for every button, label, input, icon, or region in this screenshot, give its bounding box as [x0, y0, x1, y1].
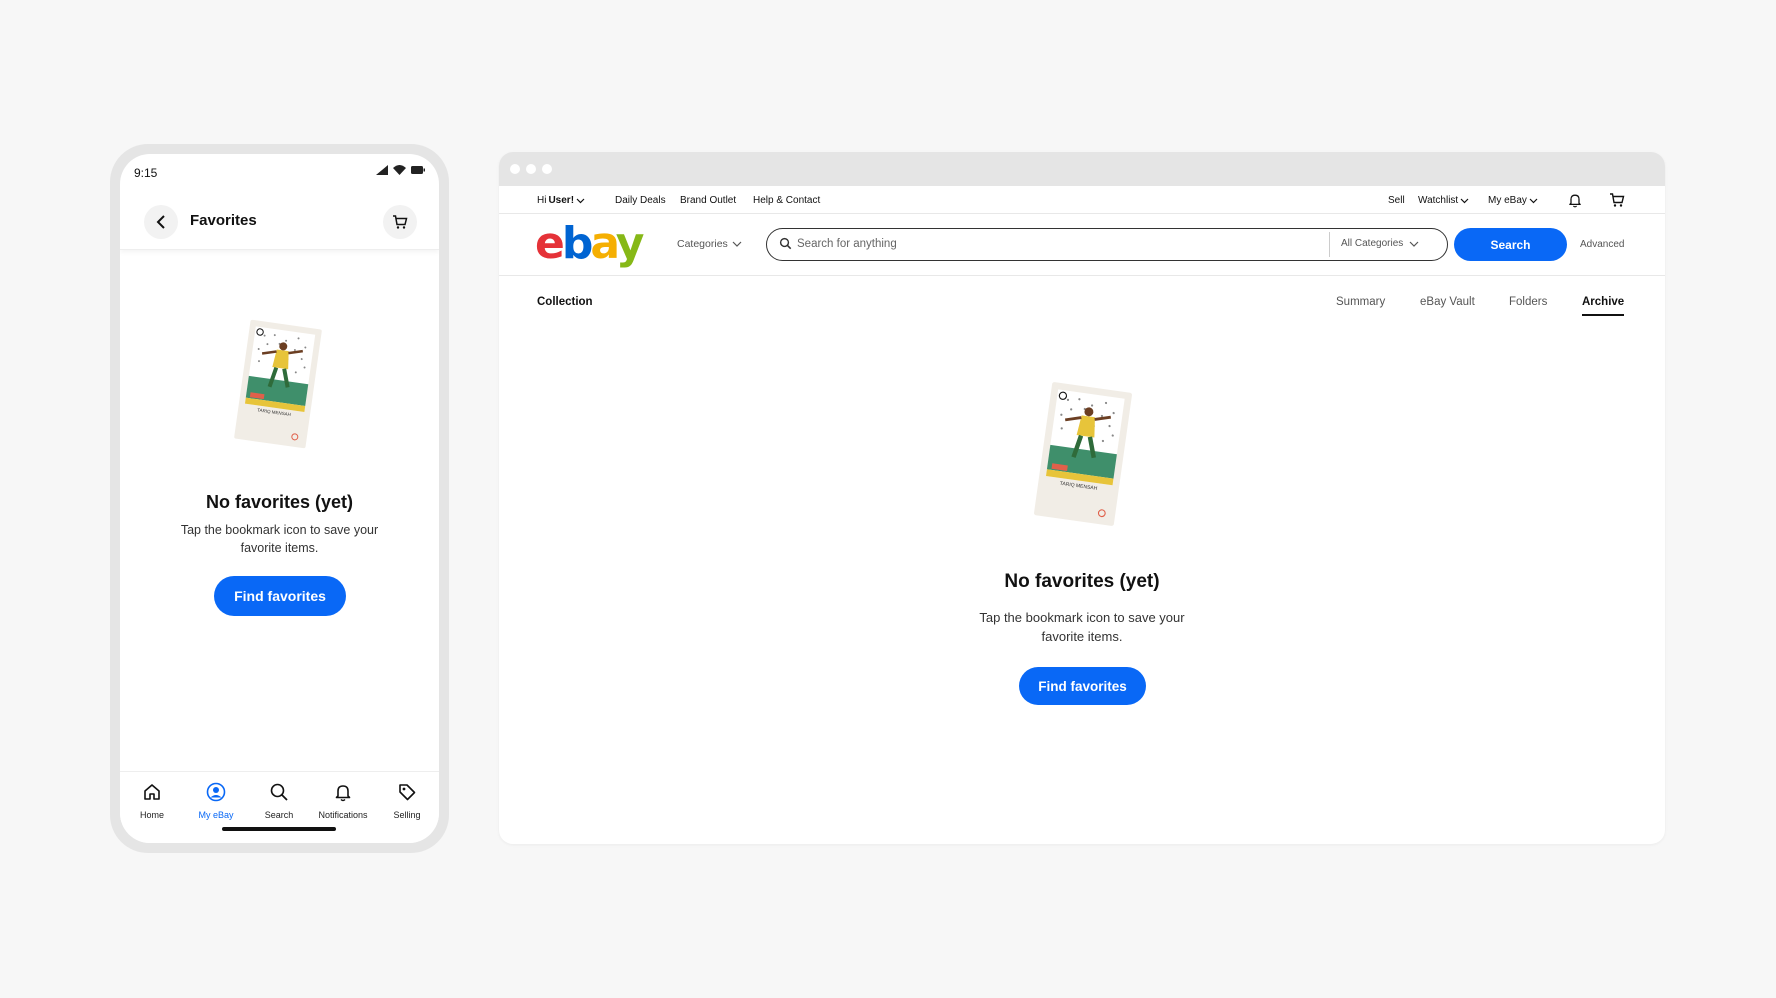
- tab-folders[interactable]: Folders: [1509, 296, 1547, 308]
- search-bar: All Categories: [766, 228, 1448, 261]
- phone-screen: 9:15 Favorites TARIQ MENSAH No favorites…: [120, 154, 439, 843]
- page-title: Favorites: [190, 212, 257, 229]
- tab-label: My eBay: [198, 810, 234, 820]
- trading-card-illustration: TARIQ MENSAH: [1034, 382, 1132, 526]
- search-divider: [1329, 232, 1330, 257]
- status-time: 9:15: [134, 166, 158, 180]
- trading-card-illustration: TARIQ MENSAH: [234, 319, 322, 449]
- tab-label: Home: [139, 810, 164, 820]
- all-categories-label: All Categories: [1341, 238, 1404, 249]
- search-icon: [779, 237, 792, 250]
- categories-dropdown[interactable]: Categories: [677, 238, 742, 250]
- greeting-prefix: Hi: [537, 195, 547, 206]
- all-categories-select[interactable]: All Categories: [1341, 238, 1419, 249]
- chevron-down-icon: [1409, 241, 1419, 247]
- tab-archive[interactable]: Archive: [1582, 296, 1625, 316]
- empty-state-description: Tap the bookmark icon to save your favor…: [979, 610, 1185, 644]
- collection-subnav: Collection Summary eBay Vault Folders Ar…: [499, 276, 1665, 326]
- tab-selling[interactable]: Selling: [375, 782, 439, 823]
- battery-icon: [411, 166, 425, 174]
- bottom-tab-bar: Home My eBay Search Notifications Sellin…: [120, 771, 439, 843]
- window-dot-minimize[interactable]: [526, 164, 536, 174]
- find-favorites-button[interactable]: Find favorites: [214, 576, 346, 616]
- tab-home[interactable]: Home: [120, 782, 184, 823]
- user-icon: [206, 782, 226, 802]
- chevron-left-icon: [156, 215, 165, 229]
- bell-icon[interactable]: [1567, 192, 1583, 208]
- phone-frame: 9:15 Favorites TARIQ MENSAH No favorites…: [110, 144, 449, 853]
- home-icon: [144, 784, 160, 800]
- search-button[interactable]: Search: [1454, 228, 1567, 261]
- my-ebay-dropdown[interactable]: My eBay: [1488, 195, 1538, 206]
- status-icons: [376, 165, 425, 175]
- advanced-search-link[interactable]: Advanced: [1580, 239, 1624, 250]
- status-bar: 9:15: [120, 154, 439, 190]
- tag-icon: [399, 784, 416, 801]
- categories-label: Categories: [677, 238, 728, 250]
- section-title: Collection: [537, 296, 593, 308]
- my-ebay-label: My eBay: [1488, 195, 1527, 206]
- chevron-down-icon: [576, 198, 585, 203]
- bell-icon: [335, 785, 351, 802]
- tab-label: Search: [264, 810, 294, 820]
- browser-chrome: [499, 152, 1665, 186]
- empty-state-title: No favorites (yet): [205, 492, 354, 512]
- greeting-user: User!: [548, 195, 575, 206]
- site-header: ebay Categories All Categories Search Ad…: [499, 214, 1665, 276]
- daily-deals-link[interactable]: Daily Deals: [615, 195, 666, 206]
- empty-state-title: No favorites (yet): [1004, 571, 1160, 592]
- back-button[interactable]: [144, 205, 178, 239]
- tab-notifications[interactable]: Notifications: [311, 782, 375, 823]
- chevron-down-icon: [1460, 198, 1469, 203]
- cart-icon: [393, 215, 408, 229]
- tab-label: Selling: [393, 810, 421, 820]
- brand-outlet-link[interactable]: Brand Outlet: [680, 195, 736, 206]
- window-dot-maximize[interactable]: [542, 164, 552, 174]
- ebay-logo[interactable]: ebay: [535, 222, 644, 266]
- tab-summary[interactable]: Summary: [1336, 296, 1385, 308]
- user-greeting[interactable]: Hi User!: [537, 195, 585, 206]
- tab-ebay-vault[interactable]: eBay Vault: [1420, 296, 1475, 308]
- home-indicator: [222, 827, 336, 831]
- browser-window: Hi User! Daily Deals Brand Outlet Help &…: [499, 152, 1665, 844]
- signal-icon: [376, 165, 388, 175]
- watchlist-label: Watchlist: [1418, 195, 1459, 206]
- chevron-down-icon: [1529, 198, 1538, 203]
- cart-button[interactable]: [383, 205, 417, 239]
- chevron-down-icon: [732, 241, 742, 247]
- window-dot-close[interactable]: [510, 164, 520, 174]
- help-contact-link[interactable]: Help & Contact: [753, 195, 820, 206]
- top-nav: Hi User! Daily Deals Brand Outlet Help &…: [499, 186, 1665, 214]
- search-input[interactable]: [797, 235, 1317, 253]
- cart-icon[interactable]: [1609, 192, 1625, 208]
- sell-link[interactable]: Sell: [1388, 195, 1405, 206]
- phone-header: Favorites: [120, 194, 439, 250]
- empty-state-description: Tap the bookmark icon to save your favor…: [180, 523, 379, 555]
- find-favorites-button[interactable]: Find favorites: [1019, 667, 1146, 705]
- tab-my-ebay[interactable]: My eBay: [184, 782, 248, 823]
- tab-search[interactable]: Search: [247, 782, 311, 823]
- wifi-icon: [393, 165, 406, 175]
- watchlist-dropdown[interactable]: Watchlist: [1418, 195, 1469, 206]
- search-icon: [270, 783, 288, 801]
- tab-label: Notifications: [318, 810, 368, 820]
